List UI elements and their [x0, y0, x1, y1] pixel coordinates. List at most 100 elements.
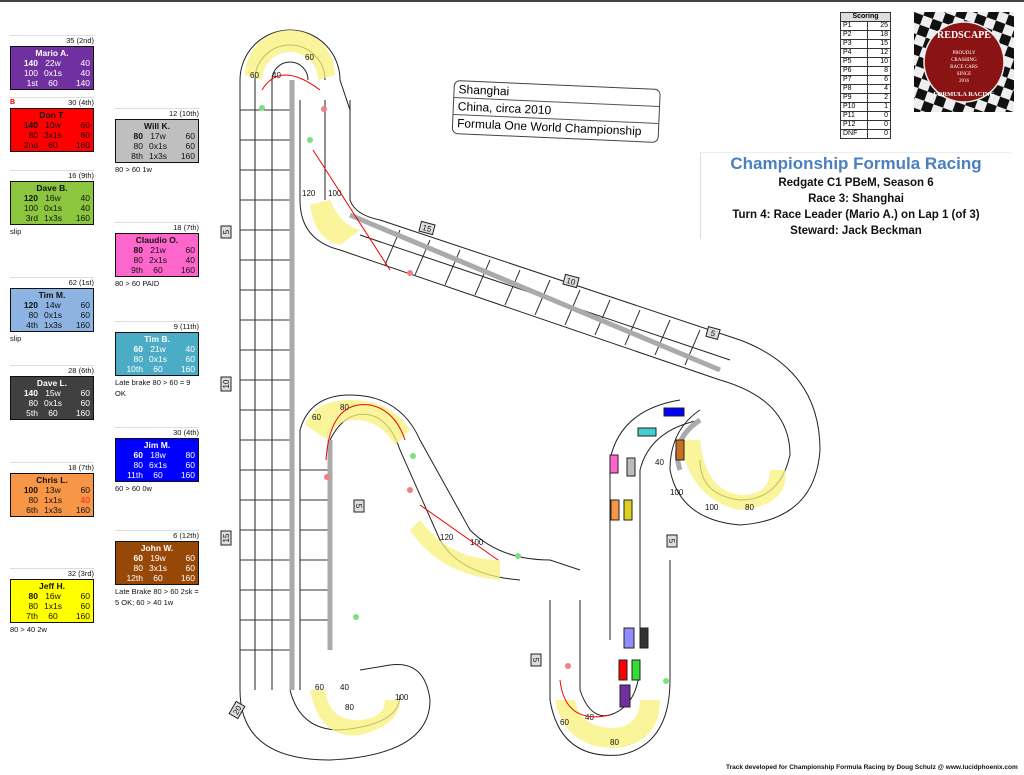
driver-move-note: [10, 152, 94, 153]
car-john: [675, 439, 685, 461]
scoring-points: 6: [867, 75, 891, 85]
driver-stat-value: 80: [185, 450, 195, 460]
driver-stat-value: 60: [80, 591, 90, 601]
driver-name: Dave B.: [36, 183, 68, 193]
driver-stat-value: 160: [180, 470, 195, 480]
driver-stat-value: 60: [185, 553, 195, 563]
driver-stat-value: 160: [180, 573, 195, 583]
car-jeff-green: [631, 659, 641, 681]
green-dot: [259, 105, 265, 111]
driver-stat-value: 1x3s: [44, 320, 62, 330]
driver-card: 16 (9th) Dave B. 120 16w 40 100 0x1s 40 3rd 1x3s 1…: [10, 170, 94, 237]
driver-stat-row: 80 0x1s 60: [14, 398, 90, 408]
driver-stat-value: 60: [80, 398, 90, 408]
svg-text:2016: 2016: [959, 79, 970, 84]
scoring-row: P9 2: [840, 93, 891, 103]
driver-stat-value: 140: [23, 388, 38, 398]
scoring-position: P10: [840, 102, 868, 112]
scoring-points: 0: [867, 129, 891, 139]
driver-stat-value: 60: [185, 131, 195, 141]
driver-stat-value: 60: [153, 573, 163, 583]
standing-text: 32 (3rd): [67, 569, 94, 578]
driver-stat-value: 80: [133, 354, 143, 364]
scoring-points: 12: [867, 48, 891, 58]
driver-stat-value: 160: [180, 364, 195, 374]
driver-stats-box: Claudio O. 80 21w 60 80 2x1s 40 9th 60 160: [115, 233, 199, 277]
scoring-points: 0: [867, 120, 891, 130]
scoring-position: P11: [840, 111, 868, 121]
driver-stat-value: 60: [48, 78, 58, 88]
driver-stat-value: 60: [133, 553, 143, 563]
svg-text:15: 15: [222, 533, 231, 542]
driver-stat-row: 80 16w 60: [14, 591, 90, 601]
driver-standing: 62 (1st): [10, 277, 94, 288]
driver-stat-value: 0x1s: [44, 203, 62, 213]
driver-stats-box: Tim B. 60 21w 40 80 0x1s 60 10th 60 160: [115, 332, 199, 376]
driver-stat-value: 60: [133, 450, 143, 460]
driver-stat-value: 60: [80, 120, 90, 130]
driver-stat-row: 11th 60 160: [119, 470, 195, 480]
driver-stat-value: 60: [185, 141, 195, 151]
driver-name: Jim M.: [143, 440, 171, 450]
driver-stat-value: 60: [153, 364, 163, 374]
driver-stat-value: 60: [80, 130, 90, 140]
scoring-row: P2 18: [840, 30, 891, 40]
corner-speed-label: 80: [610, 738, 619, 747]
scoring-row: P1 25: [840, 21, 891, 31]
driver-stat-row: 6th 1x3s 160: [14, 505, 90, 515]
corner-speed-label: 100: [395, 693, 409, 702]
driver-name: Mario A.: [35, 48, 69, 58]
svg-text:SINCE: SINCE: [957, 72, 971, 77]
driver-stat-value: 140: [75, 78, 90, 88]
scoring-points: 15: [867, 39, 891, 49]
red-dot: [565, 663, 571, 669]
driver-stat-value: 3x1s: [44, 130, 62, 140]
driver-stat-row: 100 0x1s 40: [14, 68, 90, 78]
svg-text:5: 5: [667, 539, 676, 544]
corner-speed-label: 120: [302, 189, 316, 198]
scoring-points: 8: [867, 66, 891, 76]
driver-stat-value: 21w: [150, 245, 166, 255]
driver-stat-value: 60: [80, 300, 90, 310]
driver-stat-value: 160: [75, 320, 90, 330]
driver-stat-value: 0x1s: [44, 68, 62, 78]
driver-card: B 30 (4th) Don T. 140 10w 60 80 3x1s 60 2nd 60 160: [10, 97, 94, 153]
driver-stat-value: 40: [80, 58, 90, 68]
driver-stat-value: 60: [185, 563, 195, 573]
driver-card: 6 (12th) John W. 60 19w 60 80 3x1s 60 12th 60 160 L…: [115, 530, 199, 608]
driver-stat-row: 140 22w 40: [14, 58, 90, 68]
driver-card: 18 (7th) Claudio O. 80 21w 60 80 2x1s 40 9th 60 16…: [115, 222, 199, 289]
position-dots: [259, 105, 669, 684]
driver-stats-box: Dave B. 120 16w 40 100 0x1s 40 3rd 1x3s 160: [10, 181, 94, 225]
driver-stat-row: 4th 1x3s 160: [14, 320, 90, 330]
corner-zone-bottom: [310, 690, 400, 736]
driver-stat-row: 120 14w 60: [14, 300, 90, 310]
driver-move-note: slip: [10, 227, 22, 236]
driver-standing: 30 (4th): [115, 427, 199, 438]
driver-card: 12 (10th) Will K. 80 17w 60 80 0x1s 60 8th 1x3s 16…: [115, 108, 199, 175]
driver-stat-value: 160: [180, 151, 195, 161]
driver-stat-value: 80: [28, 130, 38, 140]
corner-speed-label: 100: [670, 488, 684, 497]
driver-stat-value: 3x1s: [149, 563, 167, 573]
standing-text: 18 (7th): [68, 463, 94, 472]
driver-move-note: 80 > 60 1w: [115, 165, 152, 174]
standing-text: 62 (1st): [68, 278, 94, 287]
corner-speed-label: 120: [440, 533, 454, 542]
svg-text:5: 5: [531, 658, 540, 663]
driver-stat-value: 11th: [127, 470, 143, 480]
car-jim: [663, 407, 685, 417]
driver-stat-row: 140 15w 60: [14, 388, 90, 398]
race-heading: Championship Formula Racing Redgate C1 P…: [700, 152, 1011, 239]
svg-text:REDSCAPE: REDSCAPE: [937, 30, 991, 41]
driver-stat-value: 80: [28, 601, 38, 611]
distance-marker: 5: [666, 534, 678, 548]
driver-stat-value: 160: [180, 265, 195, 275]
scoring-row: P12 0: [840, 120, 891, 130]
scoring-row: P10 1: [840, 102, 891, 112]
driver-card: 9 (11th) Tim B. 60 21w 40 80 0x1s 60 10th 60 160 La…: [115, 321, 199, 399]
corner-speed-label: 100: [328, 189, 342, 198]
driver-stat-row: 80 0x1s 60: [14, 310, 90, 320]
driver-stats-box: Mario A. 140 22w 40 100 0x1s 40 1st 60 140: [10, 46, 94, 90]
driver-stat-value: 7th: [26, 611, 38, 621]
